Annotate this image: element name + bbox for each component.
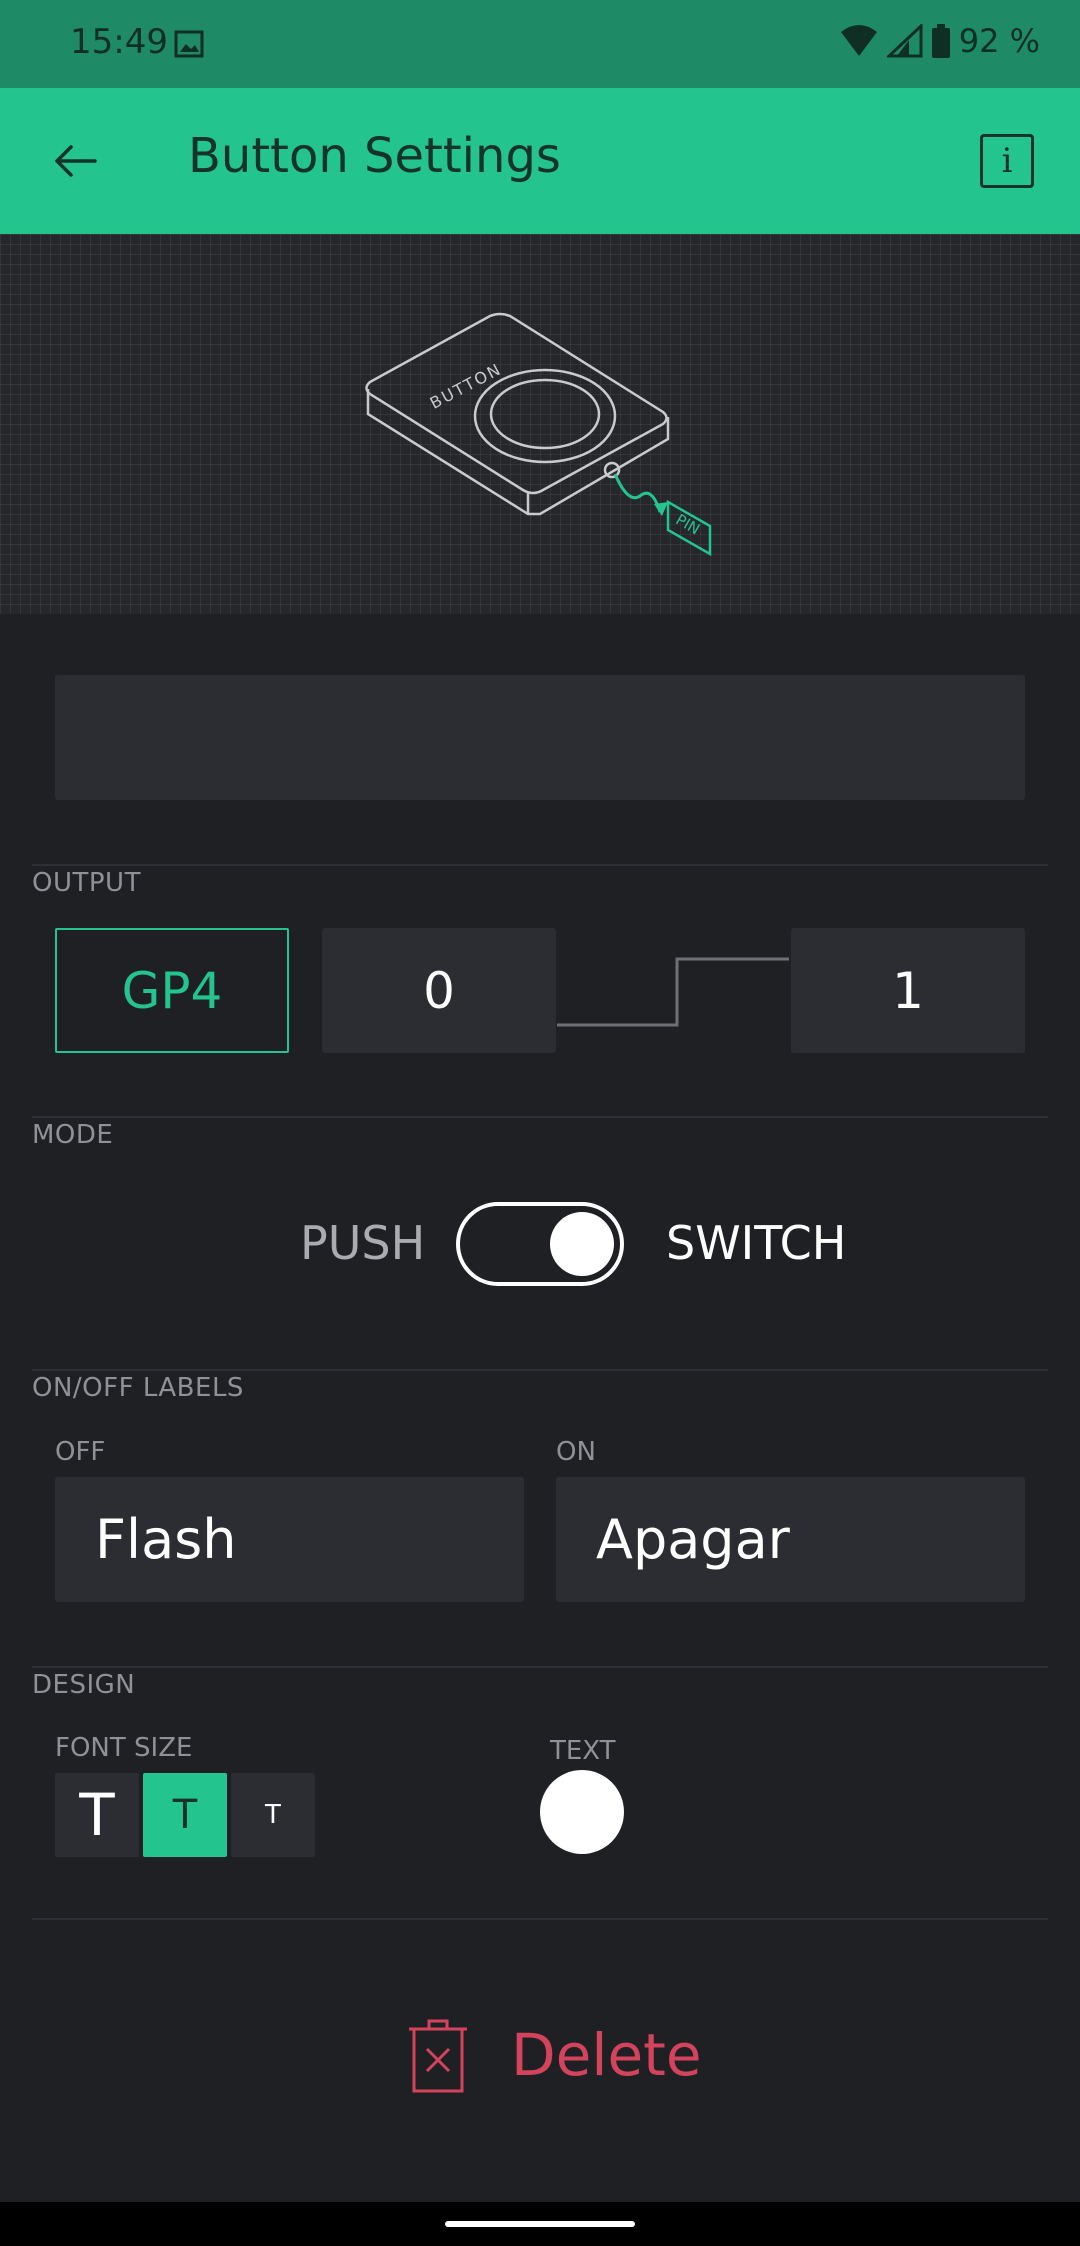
- font-size-selector: T T T: [55, 1773, 315, 1857]
- app-bar: Button Settings i: [0, 88, 1080, 234]
- on-label: ON: [556, 1437, 596, 1467]
- toggle-knob: [550, 1212, 614, 1276]
- divider: [32, 1116, 1048, 1118]
- output-section-label: OUTPUT: [32, 868, 141, 898]
- output-high-value[interactable]: 1: [791, 928, 1025, 1053]
- mode-section-label: MODE: [32, 1120, 114, 1150]
- home-indicator[interactable]: [445, 2221, 635, 2227]
- font-size-label: FONT SIZE: [55, 1733, 193, 1763]
- page-title: Button Settings: [188, 128, 561, 184]
- divider: [32, 1369, 1048, 1371]
- pin-select-button[interactable]: GP4: [55, 928, 289, 1053]
- trash-icon: [409, 2019, 467, 2093]
- image-icon: [174, 30, 204, 58]
- off-label: OFF: [55, 1437, 106, 1467]
- status-time: 15:49: [70, 22, 168, 62]
- font-size-large-button[interactable]: T: [55, 1773, 139, 1857]
- wifi-icon: [840, 25, 877, 56]
- delete-label: Delete: [511, 2021, 702, 2089]
- divider: [32, 1918, 1048, 1920]
- text-color-label: TEXT: [550, 1736, 616, 1766]
- mode-push-label[interactable]: PUSH: [300, 1216, 425, 1270]
- labels-section-label: ON/OFF LABELS: [32, 1373, 244, 1403]
- on-label-input[interactable]: Apagar: [556, 1477, 1025, 1602]
- divider: [32, 1666, 1048, 1668]
- button-device-illustration: BUTTON PIN: [365, 312, 712, 557]
- output-range-wave-icon: [557, 957, 789, 1027]
- status-icons: 92 %: [839, 22, 1040, 60]
- system-nav-bar: [0, 2202, 1080, 2246]
- battery-percent: 92 %: [958, 22, 1040, 60]
- off-label-input[interactable]: Flash: [55, 1477, 524, 1602]
- delete-button[interactable]: Delete: [405, 2010, 702, 2100]
- font-size-medium-button[interactable]: T: [143, 1773, 227, 1857]
- info-icon: i: [1001, 141, 1013, 181]
- battery-icon: [931, 24, 950, 58]
- design-section-label: DESIGN: [32, 1670, 136, 1700]
- mode-switch-label[interactable]: SWITCH: [666, 1216, 846, 1270]
- widget-name-input[interactable]: [55, 675, 1025, 800]
- back-button[interactable]: [40, 126, 110, 196]
- status-bar: 15:49 92 %: [0, 0, 1080, 88]
- arrow-left-icon: [55, 145, 97, 177]
- divider: [32, 864, 1048, 866]
- font-size-small-button[interactable]: T: [231, 1773, 315, 1857]
- info-button[interactable]: i: [980, 134, 1034, 188]
- mode-toggle[interactable]: [456, 1202, 624, 1286]
- output-low-value[interactable]: 0: [322, 928, 556, 1053]
- widget-illustration: BUTTON PIN: [0, 234, 1080, 614]
- text-color-swatch[interactable]: [540, 1770, 624, 1854]
- signal-icon: [886, 24, 923, 58]
